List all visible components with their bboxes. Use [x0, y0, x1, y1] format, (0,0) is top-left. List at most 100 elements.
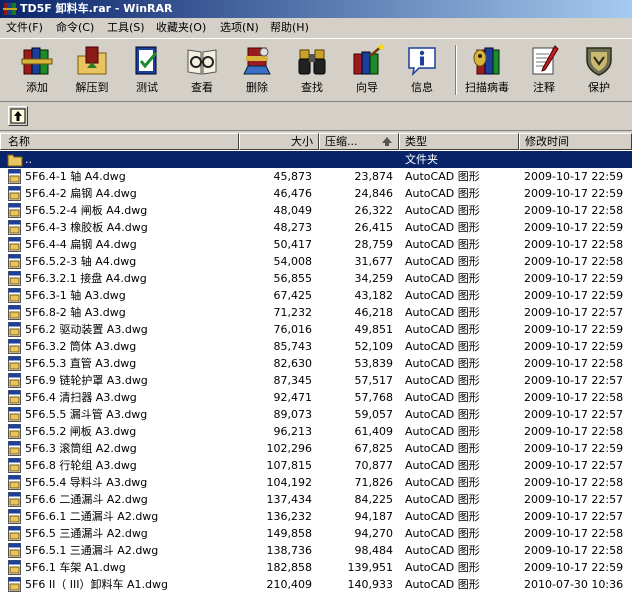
file-row[interactable]: 5F6.4-2 扁钢 A4.dwg 46,476 24,846 AutoCAD 图形 2… [0, 185, 632, 202]
file-row[interactable]: 5F6.5.2-4 闸板 A4.dwg 48,049 26,322 AutoCAD 图… [0, 202, 632, 219]
extract-to-button[interactable]: 解压到 [66, 42, 118, 98]
info-button[interactable]: 信息 [396, 42, 448, 98]
file-row[interactable]: 5F6.5.2 闸板 A3.dwg 96,213 61,409 AutoCAD 图形 2… [0, 423, 632, 440]
file-modified: 2009-10-17 22:58 [524, 391, 624, 404]
file-row[interactable]: 5F6.6 二通漏斗 A2.dwg 137,434 84,225 AutoCAD 图形… [0, 491, 632, 508]
menu-file[interactable]: 文件(F) [4, 20, 45, 35]
view-button[interactable]: 查看 [176, 42, 228, 98]
dwg-file-icon [8, 339, 21, 354]
find-label: 查找 [301, 81, 323, 94]
add-label: 添加 [26, 81, 48, 94]
comment-button[interactable]: 注释 [518, 42, 570, 98]
file-size: 45,873 [273, 170, 313, 183]
folder-icon [7, 154, 23, 167]
file-size: 138,736 [266, 544, 313, 557]
file-modified: 2009-10-17 22:57 [524, 374, 624, 387]
dwg-file-icon [8, 390, 21, 405]
file-row[interactable]: 5F6.5.1 三通漏斗 A2.dwg 138,736 98,484 AutoCAD … [0, 542, 632, 559]
file-row[interactable]: 5F6.2 驱动装置 A3.dwg 76,016 49,851 AutoCAD 图形 2… [0, 321, 632, 338]
file-size: 89,073 [273, 408, 313, 421]
file-type: AutoCAD 图形 [405, 476, 480, 489]
delete-button[interactable]: 删除 [231, 42, 283, 98]
protect-label: 保护 [588, 81, 610, 94]
column-header-modified-label: 修改时间 [525, 135, 569, 148]
file-modified: 2009-10-17 22:58 [524, 357, 624, 370]
dwg-file-icon [8, 254, 21, 269]
file-packed-size: 26,415 [354, 221, 394, 234]
file-type: AutoCAD 图形 [405, 238, 480, 251]
file-name: 5F6.4-4 扁钢 A4.dwg [25, 238, 137, 251]
file-modified: 2009-10-17 22:59 [524, 272, 624, 285]
file-size: 107,815 [266, 459, 313, 472]
file-row[interactable]: 5F6.3.2.1 接盘 A4.dwg 56,855 34,259 AutoCAD 图… [0, 270, 632, 287]
file-name: 5F6 II（ III）卸料车 A1.dwg [25, 578, 169, 591]
file-type: 文件夹 [405, 153, 438, 166]
file-name: .. [25, 153, 32, 166]
file-type: AutoCAD 图形 [405, 578, 480, 591]
file-size: 92,471 [273, 391, 313, 404]
file-packed-size: 61,409 [354, 425, 394, 438]
file-row[interactable]: 5F6.4-3 橡胶板 A4.dwg 48,273 26,415 AutoCAD 图形… [0, 219, 632, 236]
file-modified: 2009-10-17 22:57 [524, 459, 624, 472]
protect-button[interactable]: 保护 [573, 42, 625, 98]
file-size: 56,855 [273, 272, 313, 285]
column-header-name[interactable]: 名称 [0, 133, 239, 150]
scan-virus-button[interactable]: 扫描病毒 [461, 42, 513, 98]
file-row[interactable]: 5F6 II（ III）卸料车 A1.dwg 210,409 140,933 Auto… [0, 576, 632, 593]
file-type: AutoCAD 图形 [405, 544, 480, 557]
file-row[interactable]: 5F6.3-1 轴 A3.dwg 67,425 43,182 AutoCAD 图形 20… [0, 287, 632, 304]
file-row[interactable]: 5F6.5.3 直管 A3.dwg 82,630 53,839 AutoCAD 图形 2… [0, 355, 632, 372]
menu-commands[interactable]: 命令(C) [54, 20, 96, 35]
file-row[interactable]: 5F6.8 行轮组 A3.dwg 107,815 70,877 AutoCAD 图形 2… [0, 457, 632, 474]
file-modified: 2009-10-17 22:58 [524, 544, 624, 557]
find-button[interactable]: 查找 [286, 42, 338, 98]
books-add-icon [21, 47, 53, 75]
toolbar-separator [455, 45, 457, 95]
wizard-button[interactable]: 向导 [341, 42, 393, 98]
column-header-modified[interactable]: 修改时间 [519, 133, 632, 150]
menu-favorites[interactable]: 收藏夹(O) [154, 20, 208, 35]
delete-label: 删除 [246, 81, 268, 94]
menu-options[interactable]: 选项(N) [218, 20, 261, 35]
add-button[interactable]: 添加 [11, 42, 63, 98]
column-header-size[interactable]: 大小 [239, 133, 319, 150]
file-row[interactable]: 5F6.5.4 导料斗 A3.dwg 104,192 71,826 AutoCAD 图… [0, 474, 632, 491]
file-packed-size: 57,768 [354, 391, 394, 404]
file-modified: 2010-07-30 10:36 [524, 578, 624, 591]
file-modified: 2009-10-17 22:59 [524, 340, 624, 353]
column-header-packed[interactable]: 压缩... [319, 133, 399, 150]
menu-help[interactable]: 帮助(H) [268, 20, 311, 35]
column-header-type[interactable]: 类型 [399, 133, 519, 150]
file-type: AutoCAD 图形 [405, 323, 480, 336]
file-size: 82,630 [273, 357, 313, 370]
file-row[interactable]: 5F6.1 车架 A1.dwg 182,858 139,951 AutoCAD 图形 2… [0, 559, 632, 576]
winrar-app-icon[interactable] [3, 2, 17, 16]
file-row[interactable]: 5F6.6.1 二通漏斗 A2.dwg 136,232 94,187 AutoCAD … [0, 508, 632, 525]
file-row[interactable]: 5F6.4 清扫器 A3.dwg 92,471 57,768 AutoCAD 图形 20… [0, 389, 632, 406]
menu-tools[interactable]: 工具(S) [105, 20, 147, 35]
file-row[interactable]: 5F6.4-4 扁钢 A4.dwg 50,417 28,759 AutoCAD 图形 2… [0, 236, 632, 253]
file-size: 182,858 [266, 561, 313, 574]
file-row[interactable]: 5F6.5 三通漏斗 A2.dwg 149,858 94,270 AutoCAD 图形… [0, 525, 632, 542]
file-type: AutoCAD 图形 [405, 187, 480, 200]
test-button[interactable]: 测试 [121, 42, 173, 98]
dwg-file-icon [8, 186, 21, 201]
file-row[interactable]: 5F6.3 滚筒组 A2.dwg 102,296 67,825 AutoCAD 图形 2… [0, 440, 632, 457]
parent-folder-row[interactable]: .. 文件夹 [0, 151, 632, 168]
file-row[interactable]: 5F6.5.5 漏斗管 A3.dwg 89,073 59,057 AutoCAD 图形… [0, 406, 632, 423]
up-one-level-button[interactable] [8, 106, 28, 126]
file-packed-size: 46,218 [354, 306, 394, 319]
dwg-file-icon [8, 492, 21, 507]
file-row[interactable]: 5F6.5.2-3 轴 A4.dwg 54,008 31,677 AutoCAD 图形… [0, 253, 632, 270]
extract-to-label: 解压到 [75, 81, 109, 94]
file-row[interactable]: 5F6.4-1 轴 A4.dwg 45,873 23,874 AutoCAD 图形 20… [0, 168, 632, 185]
column-header-size-label: 大小 [291, 135, 313, 148]
file-name: 5F6.4-1 轴 A4.dwg [25, 170, 126, 183]
virus-scan-icon [473, 47, 500, 75]
file-row[interactable]: 5F6.8-2 轴 A3.dwg 71,232 46,218 AutoCAD 图形 20… [0, 304, 632, 321]
file-row[interactable]: 5F6.9 链轮护罩 A3.dwg 87,345 57,517 AutoCAD 图形 2… [0, 372, 632, 389]
file-list[interactable]: 名称 大小 压缩... 类型 修改时间 .. 文件夹 5F6.4-1 轴 A4.dw… [0, 133, 632, 596]
file-row[interactable]: 5F6.3.2 筒体 A3.dwg 85,743 52,109 AutoCAD 图形 2… [0, 338, 632, 355]
file-size: 50,417 [273, 238, 313, 251]
file-modified: 2009-10-17 22:59 [524, 323, 624, 336]
